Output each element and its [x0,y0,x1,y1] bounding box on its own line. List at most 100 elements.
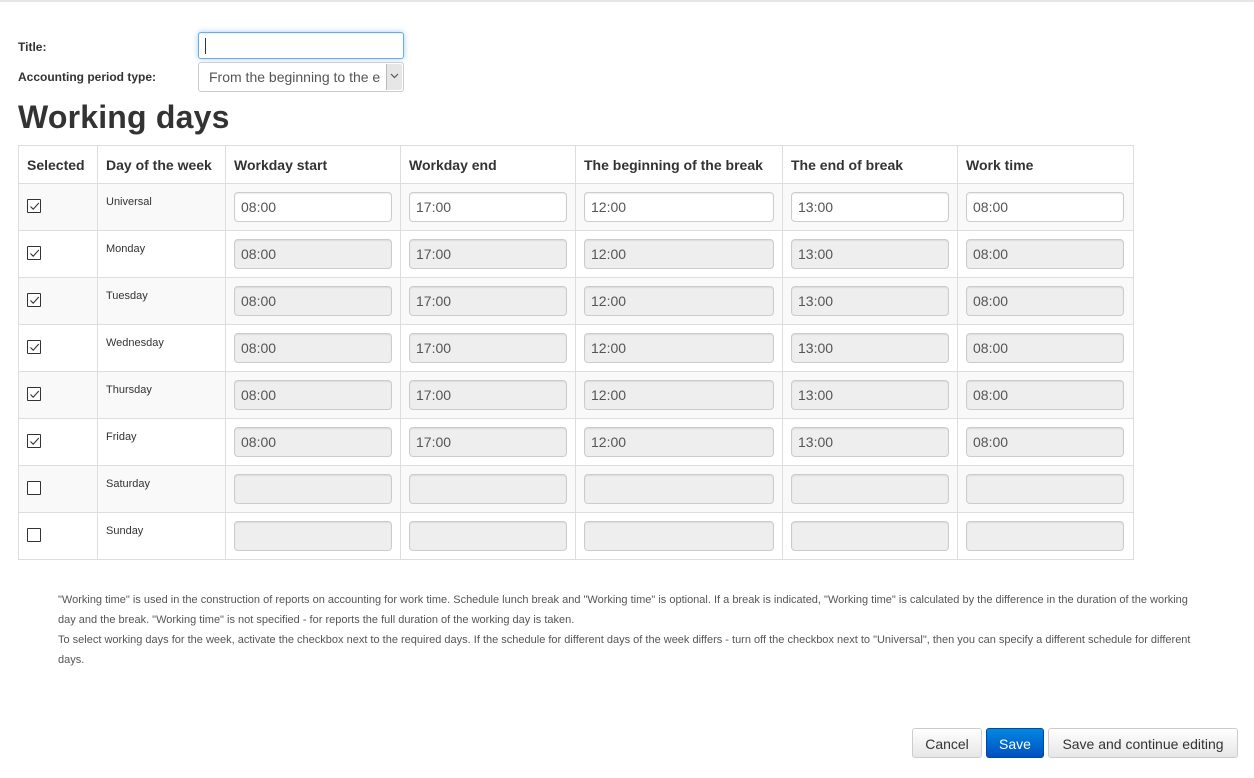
workday-end-input[interactable]: 17:00 [409,427,567,457]
table-row: Thursday 08:00 17:00 12:00 13:00 08:00 [18,371,1134,419]
day-checkbox[interactable] [27,340,41,354]
day-checkbox[interactable] [27,434,41,448]
save-button[interactable]: Save [986,728,1044,758]
work-time-input[interactable]: 08:00 [966,192,1124,222]
break-start-input[interactable]: 12:00 [584,239,774,269]
break-start-cell [575,465,783,513]
period-type-select[interactable]: From the beginning to the end [198,62,404,92]
break-end-input[interactable]: 13:00 [791,239,949,269]
break-start-cell: 12:00 [575,324,783,372]
work-time-input[interactable]: 08:00 [966,239,1124,269]
workday-end-input[interactable]: 17:00 [409,239,567,269]
day-name: Thursday [106,384,152,396]
text-caret [205,38,206,54]
selected-cell [18,230,98,278]
break-start-input[interactable] [584,521,774,551]
day-name: Wednesday [106,337,164,349]
day-checkbox[interactable] [27,387,41,401]
workday-start-input[interactable]: 08:00 [234,286,392,316]
break-end-input[interactable] [791,474,949,504]
day-name: Tuesday [106,290,148,302]
title-label: Title: [18,40,47,54]
day-checkbox[interactable] [27,199,41,213]
selected-cell [18,371,98,419]
day-cell: Monday [97,230,226,278]
break-end-cell: 13:00 [782,371,958,419]
break-end-cell [782,512,958,560]
break-end-cell: 13:00 [782,277,958,325]
header-workday-end: Workday end [400,145,576,184]
workday-end-input[interactable] [409,521,567,551]
table-row: Saturday [18,465,1134,513]
workday-start-input[interactable]: 08:00 [234,380,392,410]
break-end-input[interactable] [791,521,949,551]
workday-start-input[interactable] [234,474,392,504]
table-header-row: Selected Day of the week Workday start W… [18,145,1134,184]
workday-start-input[interactable]: 08:00 [234,192,392,222]
workday-start-cell: 08:00 [225,371,401,419]
save-continue-button[interactable]: Save and continue editing [1048,728,1238,758]
work-time-cell [957,465,1134,513]
selected-cell [18,183,98,231]
workday-start-input[interactable] [234,521,392,551]
table-row: Sunday [18,512,1134,560]
work-time-input[interactable]: 08:00 [966,380,1124,410]
workday-end-cell [400,465,576,513]
break-start-cell: 12:00 [575,183,783,231]
break-start-input[interactable]: 12:00 [584,427,774,457]
section-title: Working days [18,99,230,135]
day-checkbox[interactable] [27,246,41,260]
selected-cell [18,277,98,325]
workday-start-input[interactable]: 08:00 [234,333,392,363]
break-end-input[interactable]: 13:00 [791,192,949,222]
break-end-cell: 13:00 [782,230,958,278]
help-note-paragraph: "Working time" is used in the constructi… [58,594,1188,626]
work-time-cell: 08:00 [957,324,1134,372]
title-input[interactable] [198,32,404,59]
break-start-input[interactable]: 12:00 [584,286,774,316]
break-start-cell [575,512,783,560]
workday-start-cell: 08:00 [225,324,401,372]
work-time-input[interactable]: 08:00 [966,427,1124,457]
work-time-input[interactable] [966,521,1124,551]
check-icon [30,249,40,257]
day-checkbox[interactable] [27,293,41,307]
workday-end-input[interactable]: 17:00 [409,286,567,316]
workday-end-input[interactable]: 17:00 [409,333,567,363]
check-icon [30,202,40,210]
break-start-input[interactable]: 12:00 [584,192,774,222]
work-time-input[interactable]: 08:00 [966,286,1124,316]
table-row: Universal 08:00 17:00 12:00 13:00 08:00 [18,183,1134,231]
break-start-input[interactable]: 12:00 [584,380,774,410]
workday-end-input[interactable]: 17:00 [409,192,567,222]
workday-end-input[interactable]: 17:00 [409,380,567,410]
break-end-input[interactable]: 13:00 [791,380,949,410]
workday-start-cell: 08:00 [225,183,401,231]
header-work-time: Work time [957,145,1134,184]
period-type-value: From the beginning to the end [209,69,381,85]
day-cell: Saturday [97,465,226,513]
workday-end-cell: 17:00 [400,183,576,231]
work-time-cell: 08:00 [957,277,1134,325]
break-end-input[interactable]: 13:00 [791,427,949,457]
workday-end-input[interactable] [409,474,567,504]
workday-start-input[interactable]: 08:00 [234,427,392,457]
work-time-cell: 08:00 [957,371,1134,419]
workday-start-cell: 08:00 [225,230,401,278]
day-checkbox[interactable] [27,481,41,495]
cancel-button[interactable]: Cancel [912,728,982,758]
break-end-input[interactable]: 13:00 [791,286,949,316]
table-row: Wednesday 08:00 17:00 12:00 13:00 08:00 [18,324,1134,372]
workday-start-input[interactable]: 08:00 [234,239,392,269]
header-break-start: The beginning of the break [575,145,783,184]
day-checkbox[interactable] [27,528,41,542]
chevron-down-icon[interactable] [386,64,402,90]
break-start-input[interactable]: 12:00 [584,333,774,363]
break-end-input[interactable]: 13:00 [791,333,949,363]
day-name: Universal [106,196,152,208]
header-day: Day of the week [97,145,226,184]
workday-start-cell [225,512,401,560]
work-time-input[interactable] [966,474,1124,504]
break-start-input[interactable] [584,474,774,504]
work-time-input[interactable]: 08:00 [966,333,1124,363]
